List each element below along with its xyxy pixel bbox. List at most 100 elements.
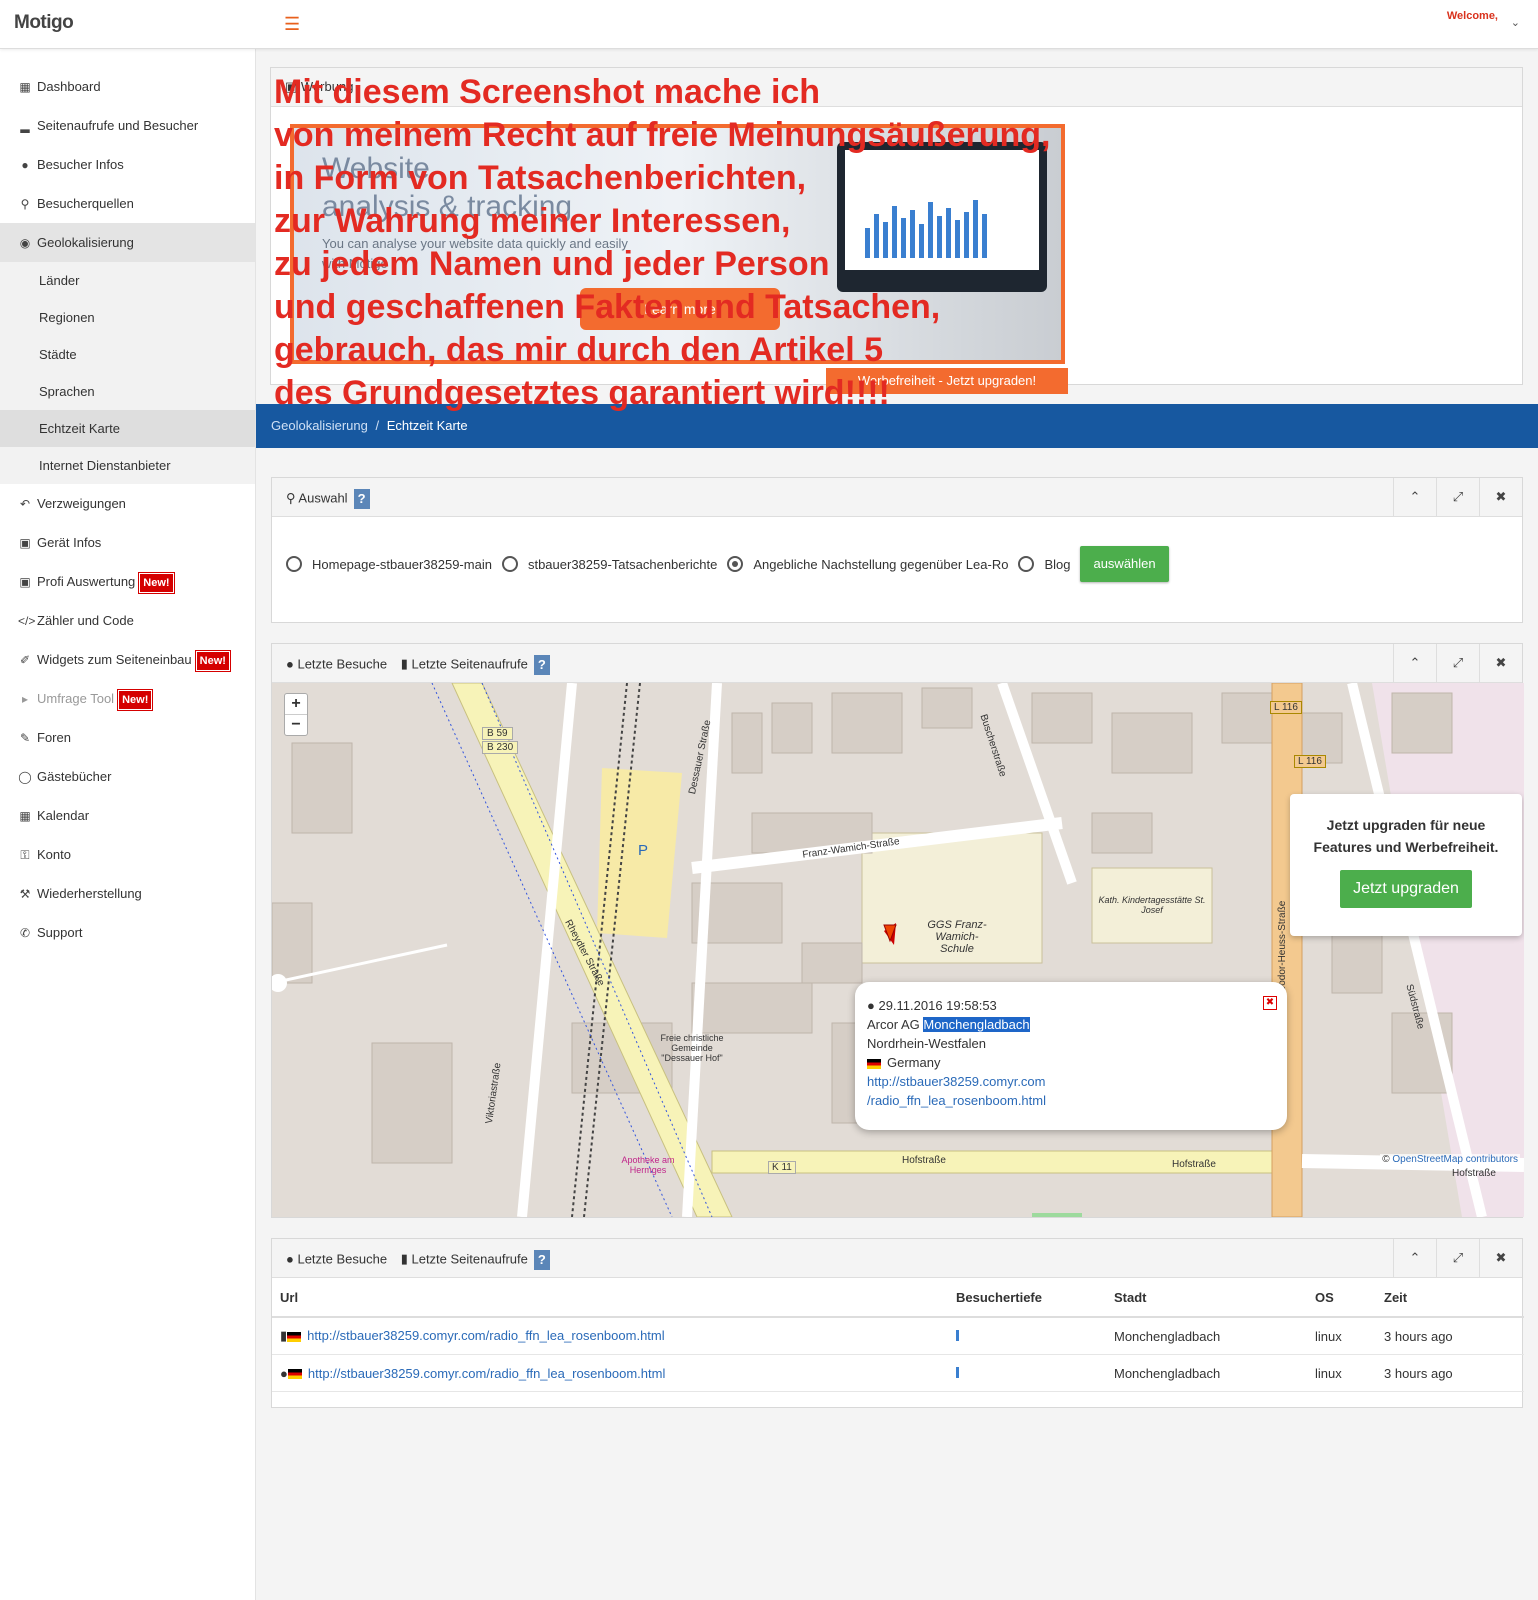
- tab-letzte-seitenaufrufe[interactable]: Letzte Seitenaufrufe: [411, 1251, 527, 1266]
- poi-label: Kath. Kindertagesstätte St. Josef: [1098, 895, 1206, 915]
- visits-table: Url Besuchertiefe Stadt OS Zeit ▮ http://…: [272, 1278, 1524, 1392]
- visit-url-link[interactable]: http://stbauer38259.comyr.com/radio_ffn_…: [308, 1366, 665, 1381]
- panel-title: ● Letzte Besuche ▮ Letzte Seitenaufrufe?: [286, 655, 550, 675]
- sidebar-item-foren[interactable]: ✎ Foren: [0, 718, 255, 757]
- zoom-in-icon[interactable]: +: [285, 694, 307, 714]
- collapse-icon[interactable]: ⌃: [1393, 644, 1436, 682]
- sidebar-item-wiederherstellung[interactable]: ⚒ Wiederherstellung: [0, 874, 255, 913]
- search-icon: ⚲: [286, 490, 299, 506]
- file-icon: ▮: [280, 1328, 288, 1343]
- road-badge: L 116: [1294, 755, 1326, 768]
- sidebar-item-kalendar[interactable]: ▦ Kalendar: [0, 796, 255, 835]
- sidebar-item-seitenaufrufe[interactable]: ▂ Seitenaufrufe und Besucher: [0, 106, 255, 145]
- collapse-icon[interactable]: ⌃: [1393, 478, 1436, 516]
- column-header[interactable]: Besuchertiefe: [948, 1278, 1106, 1318]
- sidebar-item-gaestebuecher[interactable]: ◯ Gästebücher: [0, 757, 255, 796]
- radio-option[interactable]: Blog: [1018, 556, 1070, 572]
- logo[interactable]: Motigo: [14, 12, 74, 34]
- popup-close-icon[interactable]: ✖: [1263, 996, 1277, 1010]
- os-cell: linux: [1307, 1317, 1376, 1355]
- sidebar-item-zaehler-code[interactable]: </> Zähler und Code: [0, 601, 255, 640]
- openstreetmap-link[interactable]: OpenStreetMap: [1392, 1154, 1463, 1165]
- zoom-out-icon[interactable]: −: [285, 714, 307, 735]
- sidebar-item-verzweigungen[interactable]: ↶ Verzweigungen: [0, 484, 255, 523]
- help-badge[interactable]: ?: [533, 1250, 550, 1270]
- radio-option[interactable]: stbauer38259-Tatsachenberichte: [501, 556, 717, 572]
- sidebar-item-geolokalisierung[interactable]: ◉ Geolokalisierung: [0, 223, 255, 262]
- sidebar-item-sprachen[interactable]: Sprachen: [0, 373, 255, 410]
- sidebar-item-staedte[interactable]: Städte: [0, 336, 255, 373]
- radio-option[interactable]: Homepage-stbauer38259-main: [286, 556, 492, 572]
- help-badge[interactable]: ?: [353, 489, 370, 509]
- expand-icon[interactable]: ⤢: [1436, 644, 1479, 682]
- sidebar-item-besucherquellen[interactable]: ⚲ Besucherquellen: [0, 184, 255, 223]
- breadcrumb-parent[interactable]: Geolokalisierung: [271, 418, 368, 433]
- road-badge: L 116: [1270, 701, 1302, 714]
- sidebar-item-internet-dienstanbieter[interactable]: Internet Dienstanbieter: [0, 447, 255, 484]
- sidebar-item-konto[interactable]: ⚿ Konto: [0, 835, 255, 874]
- new-badge: New!: [194, 650, 231, 672]
- new-badge: New!: [117, 689, 154, 711]
- map-panel: ● Letzte Besuche ▮ Letzte Seitenaufrufe?…: [271, 643, 1524, 1218]
- upgrade-box: Jetzt upgraden für neue Features und Wer…: [1290, 794, 1522, 936]
- column-header[interactable]: Zeit: [1376, 1278, 1524, 1318]
- sidebar-item-echtzeit-karte[interactable]: Echtzeit Karte: [0, 410, 255, 447]
- column-header[interactable]: Stadt: [1106, 1278, 1307, 1318]
- visit-url-link[interactable]: http://stbauer38259.comyr.com/radio_ffn_…: [307, 1328, 664, 1343]
- expand-icon[interactable]: ⤢: [1436, 478, 1479, 516]
- sidebar-item-label: Besucherquellen: [37, 196, 134, 211]
- table-header-row: Url Besuchertiefe Stadt OS Zeit: [272, 1278, 1524, 1318]
- realtime-map[interactable]: B 59 B 230 Dessauer Straße Franz-Wamich-…: [272, 683, 1524, 1217]
- close-icon[interactable]: ✖: [1479, 478, 1522, 516]
- depth-bar: [956, 1329, 959, 1341]
- desktop-icon: ▣: [19, 575, 31, 589]
- radio-option[interactable]: Angebliche Nachstellung gegenüber Lea-Ro: [727, 556, 1008, 572]
- panel-tools: ⌃ ⤢ ✖: [1393, 644, 1522, 682]
- sidebar-item-label: Gästebücher: [37, 769, 112, 784]
- sidebar-item-widgets[interactable]: ✐ Widgets zum Seiteneinbau New!: [0, 640, 255, 679]
- sidebar-item-umfrage-tool[interactable]: ▸ Umfrage Tool New!: [0, 679, 255, 718]
- sidebar-item-support[interactable]: ✆ Support: [0, 913, 255, 952]
- user-icon: ●: [286, 1251, 298, 1267]
- hamburger-menu-icon[interactable]: ☰: [284, 14, 300, 35]
- chevron-down-icon[interactable]: ⌄: [1511, 16, 1520, 29]
- tab-letzte-besuche[interactable]: Letzte Besuche: [297, 1251, 387, 1266]
- sidebar-item-besucher-infos[interactable]: ● Besucher Infos: [0, 145, 255, 184]
- radio-circle-selected[interactable]: [727, 556, 744, 572]
- close-icon[interactable]: ✖: [1479, 644, 1522, 682]
- popup-url-link[interactable]: /radio_ffn_lea_rosenboom.html: [867, 1093, 1046, 1108]
- reply-icon: ↶: [19, 497, 31, 511]
- welcome-text[interactable]: Welcome,: [1447, 10, 1498, 22]
- popup-url-link[interactable]: http://stbauer38259.comyr.com: [867, 1074, 1045, 1089]
- phone-icon: ✆: [19, 926, 31, 940]
- user-icon: ●: [286, 656, 298, 672]
- help-badge[interactable]: ?: [533, 655, 550, 675]
- user-icon: ●: [21, 158, 29, 172]
- sidebar-item-dashboard[interactable]: ▦ Dashboard: [0, 67, 255, 106]
- popup-country: Germany: [867, 1055, 940, 1070]
- sidebar-item-profi-auswertung[interactable]: ▣ Profi Auswertung New!: [0, 562, 255, 601]
- sidebar-item-laender[interactable]: Länder: [0, 262, 255, 299]
- url-cell: ▮ http://stbauer38259.comyr.com/radio_ffn…: [272, 1317, 948, 1355]
- road-badge: K 11: [768, 1161, 796, 1174]
- tab-letzte-besuche[interactable]: Letzte Besuche: [297, 656, 387, 671]
- tab-letzte-seitenaufrufe[interactable]: Letzte Seitenaufrufe: [411, 656, 527, 671]
- panel-tools: ⌃ ⤢ ✖: [1393, 478, 1522, 516]
- column-header[interactable]: OS: [1307, 1278, 1376, 1318]
- road-badge: B 230: [482, 741, 519, 754]
- column-header[interactable]: Url: [272, 1278, 948, 1318]
- collapse-icon[interactable]: ⌃: [1393, 1239, 1436, 1277]
- radio-circle[interactable]: [1018, 556, 1035, 572]
- radio-circle[interactable]: [286, 556, 302, 572]
- sidebar-item-geraet-infos[interactable]: ▣ Gerät Infos: [0, 523, 255, 562]
- street-label: Hofstraße: [1172, 1159, 1216, 1170]
- upgrade-button[interactable]: Jetzt upgraden: [1340, 870, 1472, 908]
- expand-icon[interactable]: ⤢: [1436, 1239, 1479, 1277]
- close-icon[interactable]: ✖: [1479, 1239, 1522, 1277]
- bullhorn-icon: ▸: [21, 692, 29, 706]
- globe-icon: ◉: [19, 236, 31, 250]
- sidebar-item-regionen[interactable]: Regionen: [0, 299, 255, 336]
- sidebar-item-label: Wiederherstellung: [37, 886, 142, 901]
- radio-circle[interactable]: [501, 556, 518, 572]
- select-button[interactable]: auswählen: [1080, 546, 1169, 582]
